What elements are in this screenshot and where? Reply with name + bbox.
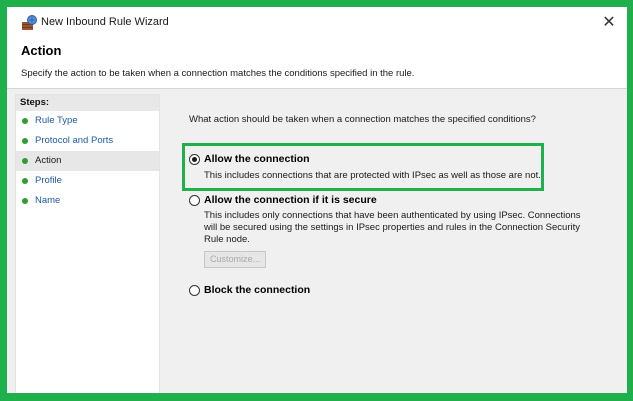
step-label: Action: [35, 155, 62, 166]
allow-secure-label[interactable]: Allow the connection if it is secure: [204, 194, 377, 206]
window-title: New Inbound Rule Wizard: [41, 16, 169, 28]
green-dot-icon: [22, 158, 28, 164]
step-label: Protocol and Ports: [35, 135, 114, 146]
action-content: What action should be taken when a conne…: [189, 114, 609, 296]
close-button[interactable]: ✕: [591, 7, 627, 37]
block-radio[interactable]: [189, 285, 200, 296]
wizard-header: Action Specify the action to be taken wh…: [7, 37, 627, 89]
close-icon: ✕: [602, 14, 616, 31]
allow-radio[interactable]: [189, 154, 200, 165]
step-label: Profile: [35, 175, 62, 186]
selection-highlight: [182, 143, 544, 191]
allow-secure-description-line: This includes only connections that have…: [204, 210, 581, 221]
steps-heading: Steps:: [16, 95, 159, 111]
step-profile[interactable]: Profile: [16, 171, 159, 191]
wizard-window: New Inbound Rule Wizard ✕ Action Specify…: [7, 7, 627, 393]
green-dot-icon: [22, 118, 28, 124]
allow-secure-description-line: will be secured using the settings in IP…: [204, 222, 580, 233]
allow-label[interactable]: Allow the connection: [204, 153, 310, 165]
step-label: Rule Type: [35, 115, 78, 126]
block-label[interactable]: Block the connection: [204, 284, 310, 296]
page-description: Specify the action to be taken when a co…: [21, 68, 415, 79]
allow-secure-radio[interactable]: [189, 195, 200, 206]
firewall-wizard-icon: [22, 15, 37, 30]
green-dot-icon: [22, 178, 28, 184]
page-title: Action: [21, 43, 62, 58]
step-name[interactable]: Name: [16, 191, 159, 211]
step-rule-type[interactable]: Rule Type: [16, 111, 159, 131]
green-dot-icon: [22, 138, 28, 144]
allow-secure-description-line: Rule node.: [204, 234, 250, 245]
step-label: Name: [35, 195, 61, 206]
green-dot-icon: [22, 198, 28, 204]
action-question: What action should be taken when a conne…: [189, 114, 536, 125]
allow-description: This includes connections that are prote…: [204, 170, 541, 181]
title-bar: New Inbound Rule Wizard ✕: [7, 7, 627, 37]
customize-button[interactable]: Customize...: [204, 251, 266, 268]
steps-pane: Steps: Rule Type Protocol and Ports Acti…: [15, 94, 160, 393]
allow-secure-description: This includes only connections that have…: [204, 210, 581, 246]
step-protocol-and-ports[interactable]: Protocol and Ports: [16, 131, 159, 151]
step-action[interactable]: Action: [16, 151, 159, 171]
